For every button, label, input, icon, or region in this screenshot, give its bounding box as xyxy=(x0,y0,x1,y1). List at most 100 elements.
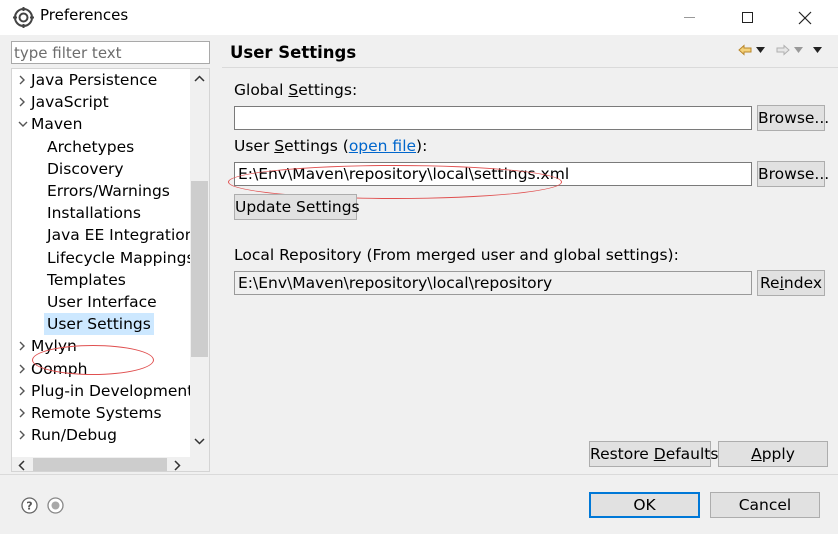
eclipse-app-icon xyxy=(13,7,34,28)
chevron-right-icon[interactable] xyxy=(18,424,28,446)
global-settings-label-post: ettings: xyxy=(298,81,358,99)
tree-item-label: Plug-in Development xyxy=(31,381,190,400)
tree-item-java-ee-integration[interactable]: Java EE Integration xyxy=(12,224,190,246)
tree-item-label: User Interface xyxy=(47,293,157,311)
tree-item-archetypes[interactable]: Archetypes xyxy=(12,136,190,158)
apply-post: pply xyxy=(761,445,795,463)
tree-item-remote-systems[interactable]: Remote Systems xyxy=(12,402,190,424)
reindex-pre: Re xyxy=(759,274,780,292)
global-settings-field[interactable] xyxy=(234,106,752,130)
restore-defaults-mnemonic: D xyxy=(653,445,666,463)
user-settings-field[interactable]: E:\Env\Maven\repository\local\settings.x… xyxy=(234,162,752,186)
tree-vertical-scroll-thumb[interactable] xyxy=(191,181,208,357)
update-settings-button[interactable]: Update Settings xyxy=(234,194,360,220)
tree-item-user-settings[interactable]: User Settings xyxy=(12,313,190,336)
tree-item-label: Java Persistence xyxy=(31,71,158,89)
user-settings-label-post: ): xyxy=(416,137,428,155)
tree-item-label: Installations xyxy=(47,204,141,223)
minimize-icon xyxy=(683,17,695,18)
restore-defaults-button[interactable]: Restore Defaults xyxy=(589,441,718,467)
close-icon xyxy=(798,11,812,24)
user-settings-label: User Settings (open file): xyxy=(234,137,427,155)
tree-item-mylyn[interactable]: Mylyn xyxy=(12,335,190,357)
reindex-button[interactable]: Reindex xyxy=(757,270,825,296)
back-menu-chevron-down-icon[interactable] xyxy=(756,47,765,53)
global-settings-label-pre: Global xyxy=(234,81,289,99)
scroll-left-icon[interactable] xyxy=(18,460,25,471)
tree-item-javascript[interactable]: JavaScript xyxy=(12,91,190,113)
scroll-right-icon[interactable] xyxy=(174,460,181,471)
tree-item-label: Mylyn xyxy=(31,337,77,356)
tree-item-label: Maven xyxy=(31,115,83,134)
help-icon[interactable]: ? xyxy=(21,497,38,514)
maximize-button[interactable] xyxy=(724,0,770,35)
svg-text:?: ? xyxy=(26,500,32,513)
tree-item-installations[interactable]: Installations xyxy=(12,202,190,224)
apply-mnemonic: A xyxy=(751,445,762,463)
tree-item-label: JavaScript xyxy=(31,93,109,112)
tree-item-label: Archetypes xyxy=(47,137,135,156)
global-settings-label: Global Settings: xyxy=(234,81,357,99)
tree-rows: Java Persistence JavaScript Maven Archetype… xyxy=(12,69,190,457)
minimize-button[interactable] xyxy=(666,0,712,35)
tree-item-plug-in-development[interactable]: Plug-in Development xyxy=(12,380,190,402)
chevron-down-icon[interactable] xyxy=(18,113,28,135)
preference-page: User Settings Global Settings: Browse...… xyxy=(222,35,838,475)
forward-menu-chevron-down-icon[interactable] xyxy=(794,47,803,53)
tree-item-java-persistence[interactable]: Java Persistence xyxy=(12,69,190,91)
chevron-right-icon[interactable] xyxy=(18,69,28,91)
tree-item-maven[interactable]: Maven xyxy=(12,113,190,135)
tree-item-run-debug[interactable]: Run/Debug xyxy=(12,424,190,446)
user-settings-label-mid: ettings ( xyxy=(284,137,349,155)
chevron-right-icon[interactable] xyxy=(18,91,28,113)
global-settings-browse-button[interactable]: Browse... xyxy=(757,105,829,131)
tree-item-templates[interactable]: Templates xyxy=(12,269,190,291)
view-menu-chevron-down-icon[interactable] xyxy=(813,47,822,53)
scroll-up-icon[interactable] xyxy=(194,75,205,82)
local-repository-field: E:\Env\Maven\repository\local\repository xyxy=(234,271,752,295)
tree-horizontal-scrollbar[interactable] xyxy=(12,457,209,471)
tree-item-label: User Settings xyxy=(44,313,154,336)
tree-item-oomph[interactable]: Oomph xyxy=(12,358,190,380)
tree-horizontal-scroll-thumb[interactable] xyxy=(33,458,167,471)
cancel-button[interactable]: Cancel xyxy=(710,492,820,518)
tree-item-label: Run/Debug xyxy=(31,426,117,445)
user-settings-label-pre: User xyxy=(234,137,275,155)
tree-item-lifecycle-mappings[interactable]: Lifecycle Mappings xyxy=(12,247,190,269)
local-repository-label: Local Repository (From merged user and g… xyxy=(234,246,679,264)
chevron-right-icon[interactable] xyxy=(18,358,28,380)
chevron-right-icon[interactable] xyxy=(18,402,28,424)
back-arrow-icon[interactable] xyxy=(738,43,752,57)
footer-separator xyxy=(0,474,838,475)
restore-defaults-pre: Restore xyxy=(590,445,654,463)
filter-input[interactable] xyxy=(11,41,210,64)
history-navigation xyxy=(738,43,830,59)
open-file-link[interactable]: open file xyxy=(349,137,416,155)
tree-item-discovery[interactable]: Discovery xyxy=(12,158,190,180)
tree-item-label: Oomph xyxy=(31,359,88,378)
window-title: Preferences xyxy=(40,6,129,24)
preferences-dialog: Java Persistence JavaScript Maven Archetype… xyxy=(0,35,838,534)
import-export-icon[interactable] xyxy=(47,497,64,514)
tree-item-label: Errors/Warnings xyxy=(47,182,170,200)
tree-vertical-scrollbar[interactable] xyxy=(190,69,209,457)
chevron-right-icon[interactable] xyxy=(18,335,28,357)
preference-tree: Java Persistence JavaScript Maven Archetype… xyxy=(11,68,210,472)
global-settings-label-mnemonic: S xyxy=(288,81,299,99)
user-settings-browse-button[interactable]: Browse... xyxy=(757,161,829,187)
tree-item-label: Templates xyxy=(47,270,126,289)
tree-item-user-interface[interactable]: User Interface xyxy=(12,291,190,313)
page-header: User Settings xyxy=(222,35,838,68)
close-button[interactable] xyxy=(782,0,828,35)
tree-item-label: Discovery xyxy=(47,159,124,178)
restore-defaults-post: efaults xyxy=(665,445,719,463)
apply-button[interactable]: Apply xyxy=(718,441,828,467)
page-title: User Settings xyxy=(230,43,357,62)
forward-arrow-icon[interactable] xyxy=(776,43,790,57)
maximize-icon xyxy=(741,12,753,23)
ok-button[interactable]: OK xyxy=(589,492,700,518)
tree-item-errors-warnings[interactable]: Errors/Warnings xyxy=(12,180,190,202)
chevron-right-icon[interactable] xyxy=(18,380,28,402)
user-settings-label-mnemonic: S xyxy=(274,137,285,155)
scroll-down-icon[interactable] xyxy=(194,438,205,445)
